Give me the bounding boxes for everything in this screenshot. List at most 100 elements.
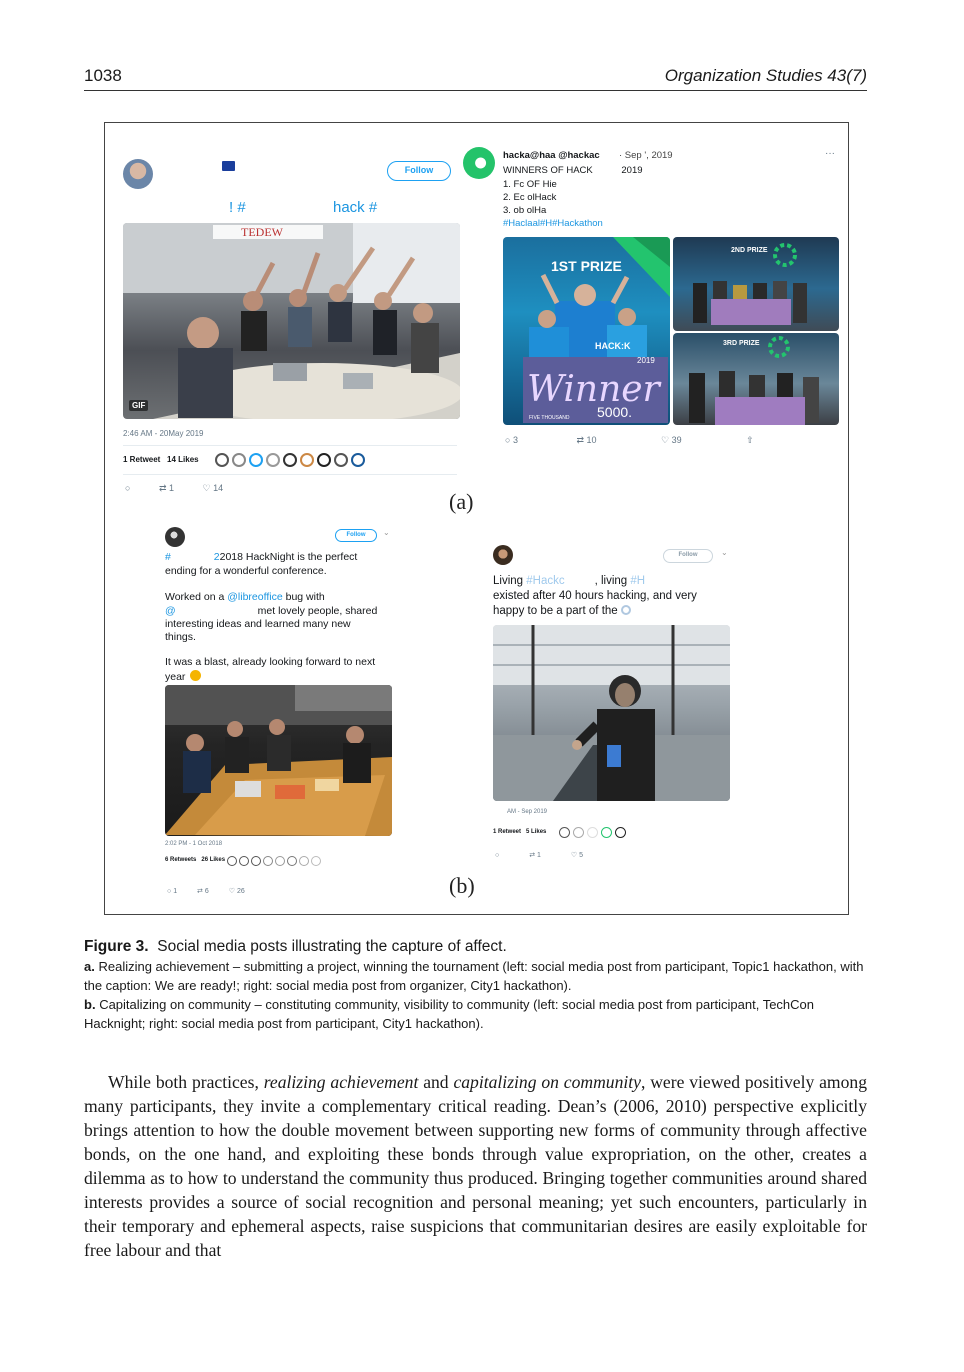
winner-list-item: 3. ob olHa [503, 205, 547, 216]
tweet-line: year [165, 670, 202, 683]
retweet-action[interactable]: ⇄ 1 [529, 851, 541, 859]
tweet-headline-right: hack # [333, 199, 378, 216]
retweet-count[interactable]: 6 Retweets [165, 857, 196, 863]
reply-action[interactable]: ○ 1 [167, 888, 177, 895]
hacker-airport-image [493, 625, 730, 801]
photo-third-prize[interactable]: 3RD PRIZE [673, 333, 839, 425]
photo-first-prize[interactable]: 1ST PRIZE HACK:K 2019 Winner 5000. FIVE … [503, 237, 670, 425]
tweet-date: · Sep ', 2019 [619, 150, 673, 161]
liker-avatar[interactable] [283, 453, 297, 467]
liker-avatar[interactable] [573, 827, 584, 838]
retweet-count[interactable]: 1 Retweet [123, 455, 160, 464]
divider [123, 474, 457, 475]
retweet-action[interactable]: ⇄ 10 [576, 435, 596, 446]
tweet-stats: 1 Retweet 5 Likes [493, 829, 546, 835]
caption-panel-a: a. Realizing achievement – submitting a … [84, 959, 864, 993]
liker-avatar[interactable] [300, 453, 314, 467]
liker-avatar[interactable] [351, 453, 365, 467]
tweet-line: Worked on a @libreoffice bug with [165, 591, 325, 603]
like-count[interactable]: 14 Likes [167, 455, 199, 464]
journal-citation: Organization Studies 43(7) [664, 66, 867, 85]
liker-avatar[interactable] [215, 453, 229, 467]
avatar[interactable] [493, 545, 513, 565]
liker-avatar[interactable] [334, 453, 348, 467]
tweet-a-right: hacka@haa @hackac · Sep ', 2019 ··· WINN… [461, 145, 841, 460]
banner-text: TEDEW [241, 225, 284, 239]
tweet-actions: ○ 3 ⇄ 10 ♡ 39 ⇧ [505, 435, 780, 446]
liker-avatars [215, 453, 365, 467]
tweet-timestamp[interactable]: AM - Sep 2019 [507, 809, 547, 815]
liker-avatar[interactable] [266, 453, 280, 467]
smile-emoji-icon [190, 670, 202, 681]
liker-avatar[interactable] [249, 453, 263, 467]
liker-avatar[interactable] [317, 453, 331, 467]
figure-caption: Figure 3. Social media posts illustratin… [84, 937, 867, 1033]
body-text: While both practices, realizing achievem… [84, 1070, 867, 1262]
paragraph: While both practices, realizing achievem… [84, 1072, 867, 1260]
reply-icon[interactable]: ○ [125, 483, 130, 493]
liker-avatar[interactable] [275, 856, 285, 866]
reply-action[interactable]: ○ [495, 852, 499, 859]
liker-avatar[interactable] [615, 827, 626, 838]
logo-icon [620, 605, 631, 615]
like-action[interactable]: ♡ 14 [203, 483, 224, 494]
follow-button[interactable]: Follow [387, 161, 451, 181]
tweet-line: existed after 40 hours hacking, and very [493, 590, 697, 602]
liker-avatar[interactable] [263, 856, 273, 866]
first-prize-image: 1ST PRIZE HACK:K 2019 Winner 5000. FIVE … [523, 237, 670, 423]
panel-label-a: (a) [449, 489, 474, 514]
figure-3: Follow ! # hack # TEDEW GIF 2:46 AM - 20… [104, 122, 849, 915]
like-action[interactable]: ♡ 5 [571, 851, 583, 859]
tweet-line: It was a blast, already looking forward … [165, 656, 376, 668]
tweet-timestamp[interactable]: 2:46 AM - 20May 2019 [123, 429, 204, 438]
svg-text:5000.: 5000. [597, 404, 632, 420]
photo-hacker-airport[interactable] [493, 625, 730, 801]
tweet-timestamp[interactable]: 2:02 PM - 1 Oct 2018 [165, 841, 222, 847]
more-options-icon[interactable]: ··· [825, 148, 835, 159]
liker-avatar[interactable] [251, 856, 261, 866]
liker-avatar[interactable] [232, 453, 246, 467]
page-header: 1038 Organization Studies 43(7) [84, 64, 867, 91]
like-action[interactable]: ♡ 26 [229, 887, 245, 895]
caption-panel-b: b. Capitalizing on community – constitut… [84, 997, 814, 1031]
liker-avatar[interactable] [559, 827, 570, 838]
liker-avatar[interactable] [601, 827, 612, 838]
liker-avatar[interactable] [311, 856, 321, 866]
gif-photo-team[interactable]: TEDEW GIF [123, 223, 460, 419]
follow-button[interactable]: Follow [663, 549, 713, 563]
tweet-actions: ○ 1 ⇄ 6 ♡ 26 [167, 887, 271, 895]
liker-avatar[interactable] [587, 827, 598, 838]
retweet-action[interactable]: ⇄ 6 [197, 887, 209, 895]
team-celebration-image: TEDEW [123, 223, 460, 419]
liker-avatar[interactable] [239, 856, 249, 866]
retweet-action[interactable]: ⇄ 1 [159, 483, 174, 494]
liker-avatar[interactable] [299, 856, 309, 866]
follow-button[interactable]: Follow [335, 529, 377, 542]
chevron-down-icon[interactable]: ⌄ [721, 548, 728, 557]
tweet-handle[interactable]: hacka@haa @hackac [503, 150, 600, 161]
chevron-down-icon[interactable]: ⌄ [383, 528, 390, 537]
avatar[interactable] [123, 159, 153, 189]
third-prize-image: 3RD PRIZE [689, 336, 819, 425]
tweet-hashtags[interactable]: #Haclaal#H#Hackathon [503, 218, 603, 229]
svg-text:2019: 2019 [637, 356, 655, 365]
tweet-b-right: Follow ⌄ Living #Hackc, living #H existe… [491, 543, 736, 863]
tweet-stats: 6 Retweets 26 Likes [165, 857, 225, 863]
liker-avatars [559, 827, 626, 838]
liker-avatar[interactable] [227, 856, 237, 866]
avatar[interactable] [463, 147, 495, 179]
avatar[interactable] [165, 527, 185, 547]
like-action[interactable]: ♡ 39 [661, 435, 682, 446]
libreoffice-link[interactable]: @libreoffice [227, 591, 282, 603]
caption-title: Figure 3. Social media posts illustratin… [84, 938, 507, 955]
liker-avatar[interactable] [287, 856, 297, 866]
share-icon[interactable]: ⇧ [746, 435, 754, 446]
photo-second-prize[interactable]: 2ND PRIZE [673, 237, 839, 331]
retweet-count[interactable]: 1 Retweet [493, 829, 521, 835]
like-count[interactable]: 26 Likes [201, 857, 225, 863]
svg-text:HACK:K: HACK:K [595, 341, 631, 351]
reply-action[interactable]: ○ 3 [505, 435, 518, 445]
photo-hacknight[interactable] [165, 685, 392, 836]
like-count[interactable]: 5 Likes [526, 829, 546, 835]
tweet-line: Living #Hackc, living #H [493, 575, 646, 587]
